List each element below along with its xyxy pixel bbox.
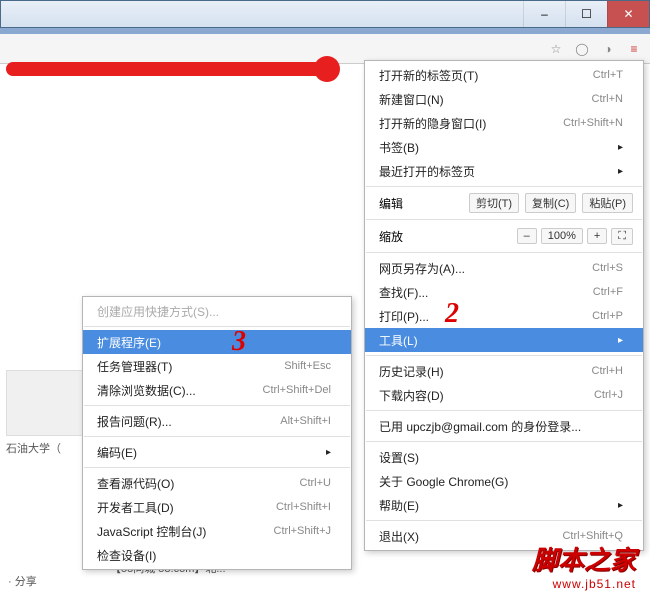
profile-icon[interactable]: ◯ xyxy=(572,39,592,59)
menu-item[interactable]: 下载内容(D)Ctrl+J xyxy=(365,383,643,407)
annotation-2: 2 xyxy=(445,298,459,330)
menu-item[interactable]: 最近打开的标签页▸ xyxy=(365,159,643,183)
maximize-button[interactable]: ☐ xyxy=(565,1,607,27)
menu-item: 创建应用快捷方式(S)... xyxy=(83,299,351,323)
annotation-3: 3 xyxy=(232,326,246,358)
menu-item[interactable]: 打开新的隐身窗口(I)Ctrl+Shift+N xyxy=(365,111,643,135)
menu-icon[interactable]: ≡ xyxy=(624,39,644,59)
menu-item[interactable]: 设置(S) xyxy=(365,445,643,469)
menu-item[interactable]: 任务管理器(T)Shift+Esc xyxy=(83,354,351,378)
menu-item[interactable]: 查看源代码(O)Ctrl+U xyxy=(83,471,351,495)
menu-item[interactable]: 历史记录(H)Ctrl+H xyxy=(365,359,643,383)
menu-item[interactable]: 工具(L)▸ xyxy=(365,328,643,352)
edit-button[interactable]: 粘贴(P) xyxy=(582,193,633,213)
menu-item[interactable]: 检查设备(I) xyxy=(83,543,351,567)
menu-item[interactable]: 已用 upczjb@gmail.com 的身份登录... xyxy=(365,414,643,438)
menu-zoom-row: 缩放–100%+⛶ xyxy=(365,223,643,249)
zoom-value: 100% xyxy=(541,228,583,244)
menu-item[interactable]: 网页另存为(A)...Ctrl+S xyxy=(365,256,643,280)
redaction-mark xyxy=(6,62,328,76)
edit-button[interactable]: 复制(C) xyxy=(525,193,576,213)
zoom-in-button[interactable]: + xyxy=(587,228,607,244)
menu-item[interactable]: 查找(F)...Ctrl+F xyxy=(365,280,643,304)
extension-icon[interactable]: ◑ xyxy=(598,39,618,59)
menu-item[interactable]: 打印(P)...Ctrl+P xyxy=(365,304,643,328)
menu-item[interactable]: JavaScript 控制台(J)Ctrl+Shift+J xyxy=(83,519,351,543)
close-button[interactable]: ✕ xyxy=(607,1,649,27)
menu-item[interactable]: 扩展程序(E) xyxy=(83,330,351,354)
star-icon[interactable]: ☆ xyxy=(546,39,566,59)
menu-item[interactable]: 打开新的标签页(T)Ctrl+T xyxy=(365,63,643,87)
zoom-out-button[interactable]: – xyxy=(517,228,537,244)
menu-item[interactable]: 开发者工具(D)Ctrl+Shift+I xyxy=(83,495,351,519)
chevron-right-icon: ▸ xyxy=(618,142,623,153)
chrome-main-menu: 打开新的标签页(T)Ctrl+T新建窗口(N)Ctrl+N打开新的隐身窗口(I)… xyxy=(364,60,644,551)
chevron-right-icon: ▸ xyxy=(618,500,623,511)
menu-edit-row: 编辑剪切(T)复制(C)粘贴(P) xyxy=(365,190,643,216)
fullscreen-button[interactable]: ⛶ xyxy=(611,228,633,245)
chevron-right-icon: ▸ xyxy=(618,166,623,177)
edit-button[interactable]: 剪切(T) xyxy=(469,193,519,213)
menu-item[interactable]: 报告问题(R)...Alt+Shift+I xyxy=(83,409,351,433)
chevron-right-icon: ▸ xyxy=(618,335,623,346)
minimize-button[interactable]: – xyxy=(523,1,565,27)
window-titlebar: – ☐ ✕ xyxy=(0,0,650,28)
watermark: 脚本之家 www.jb51.net xyxy=(532,540,636,591)
menu-item[interactable]: 帮助(E)▸ xyxy=(365,493,643,517)
chevron-right-icon: ▸ xyxy=(326,447,331,458)
menu-item[interactable]: 编码(E)▸ xyxy=(83,440,351,464)
share-label: · 分享 xyxy=(8,573,37,589)
menu-item[interactable]: 书签(B)▸ xyxy=(365,135,643,159)
tools-submenu: 创建应用快捷方式(S)... 扩展程序(E)任务管理器(T)Shift+Esc清除… xyxy=(82,296,352,570)
menu-item[interactable]: 关于 Google Chrome(G) xyxy=(365,469,643,493)
menu-item[interactable]: 新建窗口(N)Ctrl+N xyxy=(365,87,643,111)
menu-item[interactable]: 清除浏览数据(C)...Ctrl+Shift+Del xyxy=(83,378,351,402)
